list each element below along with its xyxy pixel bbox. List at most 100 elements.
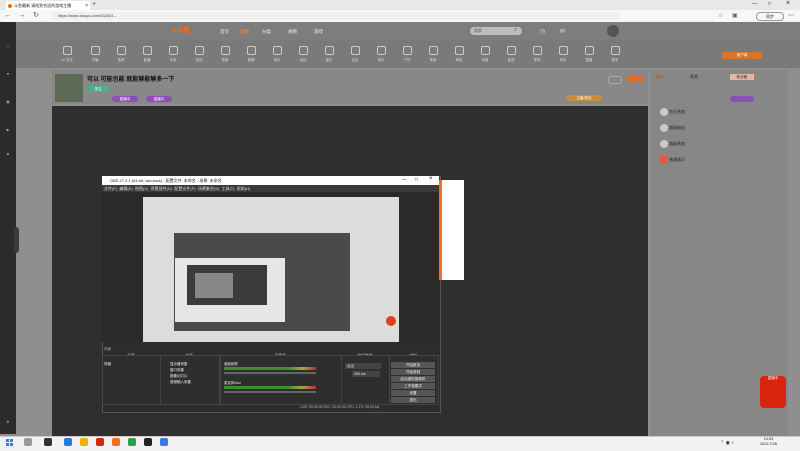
new-tab-button[interactable]: + <box>92 1 96 8</box>
toolbar-item[interactable]: 美食 <box>422 46 444 62</box>
rp-tab-vip[interactable]: 贵宾 <box>690 74 698 80</box>
menu-item-category[interactable]: 分类 <box>262 29 271 35</box>
toolbar-item[interactable]: 社区 <box>344 46 366 62</box>
toolbar-item[interactable]: 排行 <box>266 46 288 62</box>
browser-tab[interactable]: 斗鱼最新 请找到合适的游戏主播 × <box>6 1 90 10</box>
app2-taskbar-icon[interactable] <box>160 438 168 446</box>
history-icon[interactable]: ◷ <box>540 28 545 35</box>
volume-slider[interactable] <box>224 391 316 393</box>
obs-menu-item[interactable]: 停靠部件(D) <box>151 186 173 191</box>
rp-list-item[interactable]: 普通观众 <box>660 156 780 166</box>
source-item[interactable]: 窗口采集 <box>170 368 184 373</box>
studio-mode-button[interactable]: 工作室模式 <box>391 383 435 389</box>
toolbar-item[interactable]: 更多 <box>604 46 626 62</box>
follow-pill[interactable]: 关注 <box>87 86 109 92</box>
toolbar-item[interactable]: 影视 <box>500 46 522 62</box>
forward-icon[interactable]: → <box>18 12 26 20</box>
search-icon[interactable]: ⌕ <box>514 27 517 34</box>
obs-close-icon[interactable]: × <box>429 176 433 182</box>
close-tab-icon[interactable]: × <box>85 3 88 9</box>
obs-menu-item[interactable]: 工具(T) <box>221 186 234 191</box>
sidebar-category-icon[interactable]: ▦ <box>0 100 16 104</box>
toolbar-item[interactable]: 鱼塘 <box>136 46 158 62</box>
back-icon[interactable]: ← <box>4 12 12 20</box>
sidebar-game-icon[interactable]: ◈ <box>0 152 16 156</box>
sidebar-settings-icon[interactable]: ⚙ <box>0 420 16 424</box>
toolbar-item[interactable]: 音乐 <box>370 46 392 62</box>
rp-tab-viewers[interactable]: 观众 <box>656 74 664 80</box>
wechat-taskbar-icon[interactable] <box>128 438 136 446</box>
toolbar-item[interactable]: 12 关注 <box>56 46 78 62</box>
tray-icons[interactable]: ⌃ ◉ ♪ <box>720 440 734 446</box>
sidebar-home-icon[interactable]: ⌂ <box>0 44 16 48</box>
duration-input[interactable]: 300 ms <box>352 371 380 377</box>
refresh-icon[interactable]: ↻ <box>32 12 40 20</box>
toolbar-item[interactable]: 科技 <box>448 46 470 62</box>
share-icon[interactable] <box>608 76 622 84</box>
maximize-icon[interactable]: □ <box>768 1 771 7</box>
streamer-avatar[interactable] <box>55 74 83 102</box>
douyu-logo[interactable]: ●斗鱼 <box>172 25 198 35</box>
menu-item-video[interactable]: 视频 <box>288 29 297 35</box>
obs-menu-item[interactable]: 帮助(H) <box>237 186 251 191</box>
collections-icon[interactable]: ▣ <box>732 12 738 19</box>
search-taskbar-icon[interactable] <box>24 438 32 446</box>
sidebar-follow-icon[interactable]: ♥ <box>0 72 16 76</box>
virtual-camera-button[interactable]: 启动虚拟摄像机 <box>391 376 435 382</box>
user-avatar[interactable] <box>607 25 619 37</box>
toolbar-item[interactable]: 赛事 <box>214 46 236 62</box>
message-icon[interactable]: ✉ <box>560 28 565 35</box>
toolbar-item[interactable]: 动漫 <box>474 46 496 62</box>
app-taskbar-icon[interactable] <box>96 438 104 446</box>
toolbar-item[interactable]: 游戏 <box>188 46 210 62</box>
toolbar-item[interactable]: 视频 <box>240 46 262 62</box>
start-icon[interactable] <box>6 439 13 446</box>
toolbar-item[interactable]: 活动 <box>292 46 314 62</box>
source-item[interactable]: 显示器采集 <box>170 362 188 367</box>
url-input[interactable]: https://www.douyu.com/432341... <box>50 12 620 20</box>
edge-taskbar-icon[interactable] <box>64 438 72 446</box>
download-client-button[interactable]: 客户端 <box>722 52 762 59</box>
toolbar-item[interactable]: 鱼吧 <box>110 46 132 62</box>
close-window-icon[interactable]: × <box>786 0 790 7</box>
transition-select[interactable]: 淡出 <box>345 363 381 369</box>
sidebar-collapse-handle[interactable] <box>14 227 19 253</box>
menu-item-game[interactable]: 游戏 <box>314 29 323 35</box>
obs-minimize-icon[interactable]: — <box>402 177 407 183</box>
toolbar-item[interactable]: 手游 <box>162 46 184 62</box>
rp-list-item[interactable]: 超级粉丝 <box>660 124 780 134</box>
sidebar-video-icon[interactable]: ▶ <box>0 128 16 132</box>
douyu-taskbar-icon[interactable] <box>112 438 120 446</box>
obs-menu-item[interactable]: 场景集合(S) <box>198 186 219 191</box>
room-right-tag[interactable]: 主播 粉丝 <box>566 95 602 101</box>
rp-list-item[interactable]: 钻石贵宾 <box>660 108 780 118</box>
toolbar-item[interactable]: 户外 <box>396 46 418 62</box>
settings-button[interactable]: 设置 <box>391 390 435 396</box>
obs-menu-item[interactable]: 编辑(E) <box>119 186 132 191</box>
start-recording-button[interactable]: 开始录制 <box>391 369 435 375</box>
obs-taskbar-icon[interactable] <box>144 438 152 446</box>
task-view-icon[interactable] <box>44 438 52 446</box>
toolbar-item[interactable]: 直播 <box>578 46 600 62</box>
exit-button[interactable]: 退出 <box>391 397 435 403</box>
more-menu-icon[interactable]: ⋯ <box>788 12 794 19</box>
source-item[interactable]: 音频输入采集 <box>170 380 191 385</box>
obs-maximize-icon[interactable]: □ <box>415 177 418 183</box>
toolbar-item[interactable]: 开播 <box>84 46 106 62</box>
obs-menu-item[interactable]: 配置文件(P) <box>174 186 195 191</box>
toolbar-item[interactable]: 娱乐 <box>318 46 340 62</box>
rp-tab-fans[interactable]: 粉丝团 <box>730 74 754 80</box>
source-item[interactable]: 图像幻灯片 <box>170 374 188 379</box>
obs-menu-item[interactable]: 文件(F) <box>104 186 117 191</box>
volume-slider[interactable] <box>224 372 316 374</box>
menu-item-home[interactable]: 首页 <box>220 29 229 35</box>
floating-red-badge[interactable]: 直播中 <box>760 376 786 408</box>
orange-popup-panel[interactable] <box>439 180 464 280</box>
obs-menu-item[interactable]: 视图(V) <box>135 186 148 191</box>
menu-item-live[interactable]: 直播 <box>240 29 249 35</box>
minimize-icon[interactable]: — <box>752 1 757 7</box>
start-streaming-button[interactable]: 开始推流 <box>391 362 435 368</box>
explorer-taskbar-icon[interactable] <box>80 438 88 446</box>
sync-button[interactable]: 同步 <box>756 12 784 21</box>
toolbar-item[interactable]: 资讯 <box>552 46 574 62</box>
